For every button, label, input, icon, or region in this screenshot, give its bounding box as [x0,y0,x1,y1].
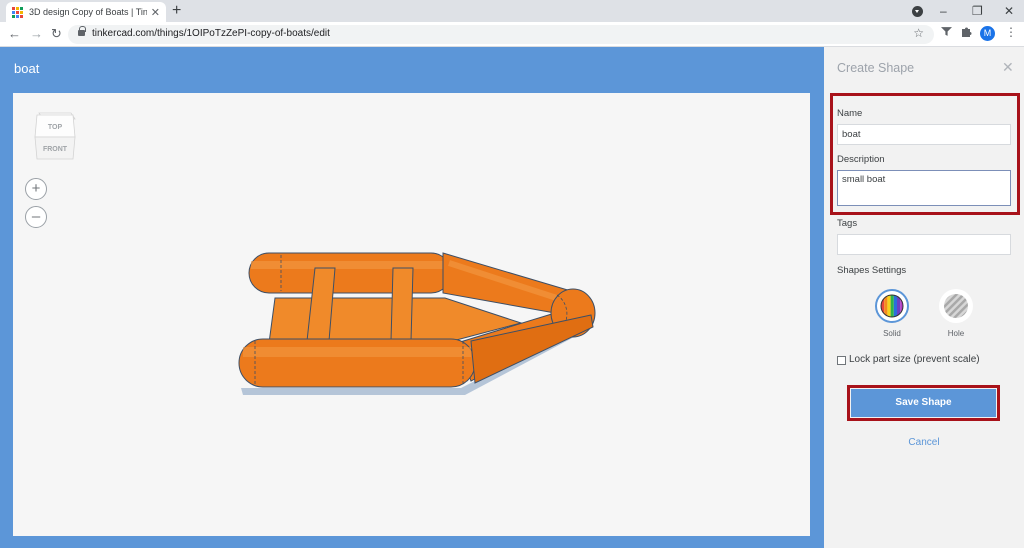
panel-close-icon[interactable]: ✕ [1002,59,1014,76]
back-button[interactable]: ← [8,26,21,42]
bookmark-star-icon[interactable]: ☆ [913,26,924,40]
extension-filter-icon[interactable] [941,26,952,40]
striped-hole-icon [944,294,968,318]
description-label: Description [837,154,885,165]
shapes-settings-label: Shapes Settings [837,265,907,276]
zoom-in-button[interactable]: + [25,178,47,200]
create-shape-panel: Create Shape ✕ Name Description small bo… [824,47,1024,548]
restore-button[interactable]: ❐ [972,0,983,22]
browser-toolbar: ← → ↻ tinkercad.com/things/1OIPoTzZePI-c… [0,22,1024,47]
name-label: Name [837,108,863,119]
url-text[interactable]: tinkercad.com/things/1OIPoTzZePI-copy-of… [92,28,330,39]
minimize-button[interactable]: – [940,0,947,22]
save-shape-button[interactable]: Save Shape [851,389,996,417]
reload-button[interactable]: ↻ [51,26,62,42]
viewcube-front-label: FRONT [43,146,68,153]
workplane[interactable]: TOP FRONT + – [13,93,810,536]
description-field[interactable]: small boat [837,170,1011,206]
hole-label: Hole [947,329,965,338]
cancel-link[interactable]: Cancel [824,437,1024,448]
profile-menu-icon[interactable] [912,6,923,17]
browser-tab[interactable]: 3D design Copy of Boats | Tinkercad ✕ [6,2,166,22]
address-bar[interactable]: tinkercad.com/things/1OIPoTzZePI-copy-of… [68,25,934,44]
tags-field[interactable] [837,234,1011,255]
hole-option[interactable] [939,289,973,323]
extensions-puzzle-icon[interactable] [960,26,972,41]
window-close-button[interactable]: ✕ [1004,0,1014,22]
viewcube-top-label: TOP [48,124,63,131]
tinkercad-editor: boat TOP FRONT + – Create Shape ✕ Name b… [0,47,1024,548]
browser-tab-strip: 3D design Copy of Boats | Tinkercad ✕ + … [0,0,1024,22]
lock-icon [78,26,86,36]
lock-part-size-label[interactable]: Lock part size (prevent scale) [849,354,980,365]
lock-part-size-checkbox[interactable] [837,356,846,365]
solid-label: Solid [883,329,901,338]
solid-option[interactable] [875,289,909,323]
view-cube[interactable]: TOP FRONT [33,109,77,161]
panel-title: Create Shape [837,61,915,75]
zoom-out-button[interactable]: – [25,206,47,228]
name-field[interactable] [837,124,1011,145]
design-name: boat [14,61,40,76]
boat-model[interactable] [221,243,611,403]
tab-close-icon[interactable]: ✕ [151,6,160,19]
browser-menu-icon[interactable]: ⋮ [1005,25,1017,39]
new-tab-button[interactable]: + [172,1,181,21]
profile-avatar[interactable]: M [980,26,995,41]
tinkercad-favicon-icon [12,6,23,18]
rainbow-solid-icon [880,294,904,318]
forward-button[interactable]: → [30,26,43,42]
tags-label: Tags [837,218,858,229]
tab-title: 3D design Copy of Boats | Tinkercad [29,7,147,17]
